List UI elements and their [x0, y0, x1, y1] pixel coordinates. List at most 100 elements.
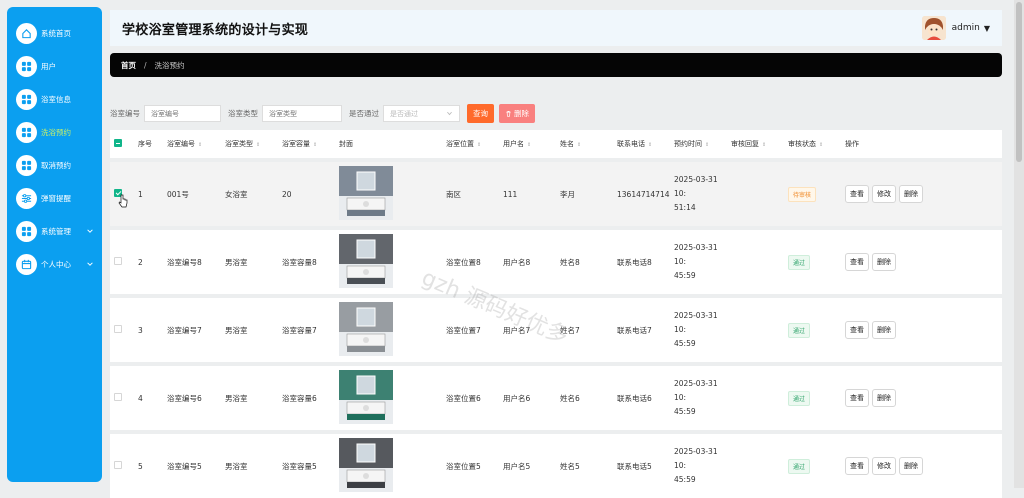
grid-icon: [16, 56, 37, 77]
batch-delete-button[interactable]: 删除: [499, 104, 535, 123]
cell-index: 4: [138, 393, 143, 403]
bath-no-input[interactable]: [144, 105, 221, 122]
top-header: 学校浴室管理系统的设计与实现 admin ▼: [110, 10, 1002, 46]
view-button[interactable]: 查看: [845, 457, 869, 475]
col-header[interactable]: 浴室类型 ⇕: [225, 139, 282, 149]
status-badge: 待审核: [788, 186, 817, 202]
cell-location: 浴室位置6: [446, 393, 481, 403]
bath-type-input[interactable]: [262, 105, 342, 122]
delete-button[interactable]: 删除: [872, 389, 896, 407]
sort-icon[interactable]: ⇕: [762, 142, 766, 148]
sort-icon[interactable]: ⇕: [577, 142, 581, 148]
delete-button[interactable]: 删除: [899, 457, 923, 475]
cell-index: 3: [138, 325, 143, 335]
row-actions: 查看 修改 删除: [845, 185, 961, 203]
sidebar-item[interactable]: 个人中心: [7, 248, 102, 281]
home-icon: [16, 23, 37, 44]
col-header[interactable]: 联系电话 ⇕: [617, 139, 674, 149]
sort-icon[interactable]: ⇕: [648, 142, 652, 148]
view-button[interactable]: 查看: [845, 253, 869, 271]
sort-icon[interactable]: ⇕: [256, 142, 260, 148]
col-header[interactable]: 浴室容量 ⇕: [282, 139, 339, 149]
scrollbar[interactable]: [1014, 0, 1024, 488]
cell-bath-type: 男浴室: [225, 325, 248, 335]
edit-button[interactable]: 修改: [872, 185, 896, 203]
cover-image: [339, 370, 393, 424]
sidebar-item-label: 洗浴预约: [41, 128, 71, 137]
sidebar-item[interactable]: 取消预约: [7, 149, 102, 182]
sidebar-item[interactable]: 系统管理: [7, 215, 102, 248]
view-button[interactable]: 查看: [845, 185, 869, 203]
select-all-checkbox[interactable]: [114, 139, 122, 147]
row-checkbox[interactable]: [114, 393, 122, 401]
sidebar-item-label: 弹窗提醒: [41, 194, 71, 203]
sort-icon[interactable]: ⇕: [477, 142, 481, 148]
app-title: 学校浴室管理系统的设计与实现: [122, 22, 309, 38]
cell-time: 2025-03-31 10: 45:59: [674, 311, 718, 348]
sidebar-item[interactable]: 用户: [7, 50, 102, 83]
cell-time: 2025-03-31 10: 45:59: [674, 379, 718, 416]
user-menu[interactable]: admin ▼: [921, 16, 990, 40]
breadcrumb: 首页 / 洗浴预约: [110, 53, 1002, 77]
sidebar-item[interactable]: 系统首页: [7, 17, 102, 50]
view-button[interactable]: 查看: [845, 389, 869, 407]
approved-select[interactable]: 是否通过: [383, 105, 460, 122]
col-header[interactable]: 预约时间 ⇕: [674, 139, 731, 149]
delete-button[interactable]: 删除: [899, 185, 923, 203]
sidebar-item[interactable]: 弹窗提醒: [7, 182, 102, 215]
trash-icon: [506, 111, 511, 117]
sidebar-item[interactable]: 浴室信息: [7, 83, 102, 116]
sidebar-item-label: 系统管理: [41, 227, 71, 236]
search-bar: 浴室编号 浴室类型 是否通过 是否通过 查询 删除: [110, 104, 535, 123]
edit-button[interactable]: 修改: [872, 457, 896, 475]
delete-button[interactable]: 删除: [872, 253, 896, 271]
col-header: 操作: [845, 140, 859, 148]
delete-button[interactable]: 删除: [872, 321, 896, 339]
sort-icon[interactable]: ⇕: [313, 142, 317, 148]
col-header[interactable]: 浴室编号 ⇕: [167, 139, 225, 149]
cell-bath-type: 男浴室: [225, 257, 248, 267]
cell-phone: 联系电话5: [617, 461, 652, 471]
chevron-down-icon: [87, 229, 93, 233]
col-header[interactable]: 审核状态 ⇕: [788, 139, 845, 149]
col-header[interactable]: 用户名 ⇕: [503, 139, 560, 149]
cell-phone: 联系电话8: [617, 257, 652, 267]
chevron-down-icon: [87, 262, 93, 266]
mouse-cursor-icon: [118, 194, 128, 208]
cell-phone: 13614714714: [617, 189, 670, 199]
sort-icon[interactable]: ⇕: [705, 142, 709, 148]
breadcrumb-home[interactable]: 首页: [121, 60, 136, 71]
cell-capacity: 浴室容量7: [282, 325, 317, 335]
cell-bath-no: 浴室编号5: [167, 461, 202, 471]
row-checkbox[interactable]: [114, 325, 122, 333]
col-header[interactable]: 姓名 ⇕: [560, 139, 617, 149]
cell-bath-no: 001号: [167, 189, 189, 199]
table-header: 序号 浴室编号 ⇕ 浴室类型 ⇕ 浴室容量 ⇕ 封面 浴室位置 ⇕ 用户名 ⇕ 姓名 ⇕ 联…: [110, 130, 1002, 158]
scrollbar-thumb[interactable]: [1016, 2, 1022, 162]
batch-delete-label: 删除: [514, 109, 529, 118]
col-header[interactable]: 审核回复 ⇕: [731, 139, 788, 149]
sort-icon[interactable]: ⇕: [198, 142, 202, 148]
view-button[interactable]: 查看: [845, 321, 869, 339]
table-row: 5 浴室编号5 男浴室 浴室容量5 浴室位置5 用户名5 姓名5 联系电话5 2025-03-3…: [110, 434, 1002, 498]
cell-time: 2025-03-31 10: 45:59: [674, 243, 718, 280]
cell-time: 2025-03-31 10: 45:59: [674, 447, 718, 484]
approved-select-placeholder: 是否通过: [390, 109, 418, 118]
grid-icon: [16, 155, 37, 176]
sort-icon[interactable]: ⇕: [527, 142, 531, 148]
cell-index: 5: [138, 461, 143, 471]
avatar: [921, 16, 946, 40]
sort-icon[interactable]: ⇕: [819, 142, 823, 148]
cell-location: 浴室位置5: [446, 461, 481, 471]
sidebar-nav: 系统首页 用户 浴室信息洗浴预约取消预约弹窗提醒系统管理个人中心: [7, 17, 102, 281]
row-checkbox[interactable]: [114, 461, 122, 469]
col-header[interactable]: 浴室位置 ⇕: [446, 139, 503, 149]
cell-phone: 联系电话6: [617, 393, 652, 403]
query-button[interactable]: 查询: [467, 104, 494, 123]
cell-location: 南区: [446, 189, 461, 199]
cell-location: 浴室位置7: [446, 325, 481, 335]
row-checkbox[interactable]: [114, 257, 122, 265]
table-row: 4 浴室编号6 男浴室 浴室容量6 浴室位置6 用户名6 姓名6 联系电话6 2025-03-3…: [110, 366, 1002, 430]
reservation-table: 序号 浴室编号 ⇕ 浴室类型 ⇕ 浴室容量 ⇕ 封面 浴室位置 ⇕ 用户名 ⇕ 姓名 ⇕ 联…: [110, 130, 1002, 498]
sidebar-item[interactable]: 洗浴预约: [7, 116, 102, 149]
